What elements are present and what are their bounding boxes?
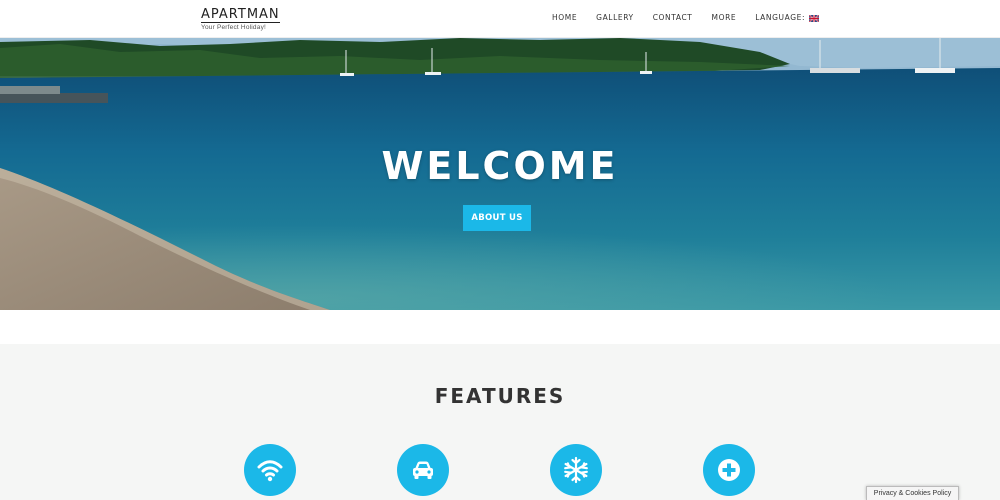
privacy-cookies-button[interactable]: Privacy & Cookies Policy	[866, 486, 959, 500]
language-label: LANGUAGE:	[755, 13, 806, 22]
nav-language[interactable]: LANGUAGE:	[755, 13, 820, 23]
site-logo[interactable]: APARTMAN Your Perfect Holiday!	[201, 5, 280, 31]
hero-section: WELCOME ABOUT US	[0, 38, 1000, 310]
nav-more[interactable]: MORE	[712, 13, 737, 23]
uk-flag-icon	[809, 14, 820, 22]
main-nav: HOME GALLERY CONTACT MORE LANGUAGE:	[552, 13, 820, 23]
wifi-icon	[244, 444, 296, 496]
nav-gallery[interactable]: GALLERY	[596, 13, 634, 23]
snowflake-icon	[550, 444, 602, 496]
about-us-button[interactable]: ABOUT US	[463, 205, 531, 231]
features-section: FEATURES	[0, 344, 1000, 500]
nav-contact[interactable]: CONTACT	[653, 13, 693, 23]
features-title: FEATURES	[434, 384, 566, 408]
nav-home[interactable]: HOME	[552, 13, 577, 23]
site-header: APARTMAN Your Perfect Holiday! HOME GALL…	[0, 0, 1000, 38]
car-icon	[397, 444, 449, 496]
plus-icon	[703, 444, 755, 496]
hero-title: WELCOME	[381, 144, 619, 188]
logo-title: APARTMAN	[201, 7, 280, 23]
logo-subtitle: Your Perfect Holiday!	[201, 24, 267, 31]
